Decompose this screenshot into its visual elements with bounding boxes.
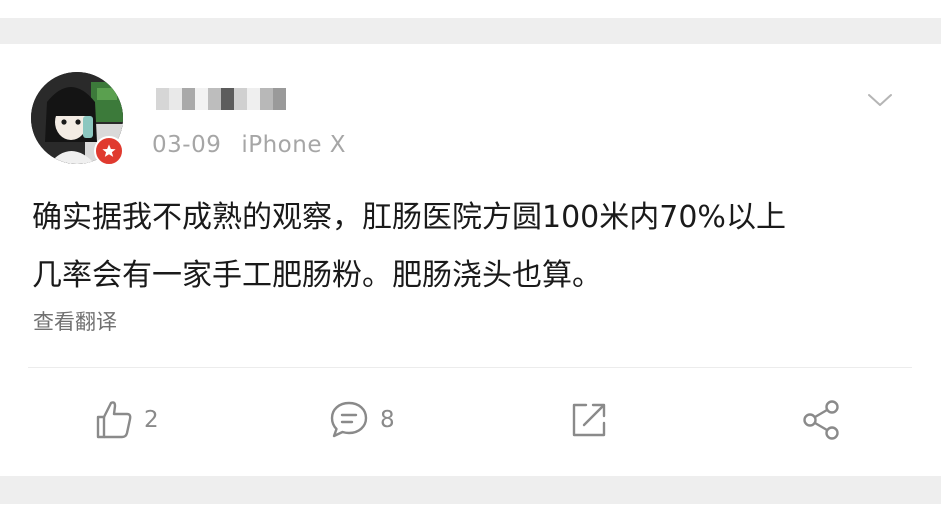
post-content: 确实据我不成熟的观察，肛肠医院方圆100米内70%以上 几率会有一家手工肥肠粉。… [32,189,912,305]
post-device: iPhone X [241,132,347,158]
thumbs-up-icon [96,401,132,439]
like-button[interactable]: 2 [94,399,159,441]
share-icon [803,400,839,440]
repost-icon [572,403,606,437]
share-button[interactable] [800,399,844,441]
top-separator-band [0,18,941,44]
translate-link[interactable]: 查看翻译 [33,306,117,336]
next-card-edge [0,504,941,526]
verified-badge [94,136,124,166]
repost-button[interactable] [568,399,610,441]
bottom-separator [0,476,941,526]
comment-count: 8 [380,407,395,433]
username-obscured[interactable] [156,88,286,110]
post-meta: 03-09 iPhone X [152,132,346,158]
comment-icon [330,401,368,438]
like-count: 2 [144,407,159,433]
post-date: 03-09 [152,132,222,158]
chevron-down-icon[interactable] [866,91,894,109]
actions-divider [28,367,912,368]
top-separator [0,0,941,44]
post-card[interactable]: 03-09 iPhone X 确实据我不成熟的观察，肛肠医院方圆100米内70%以… [0,44,941,476]
weibo-post-screen: 03-09 iPhone X 确实据我不成熟的观察，肛肠医院方圆100米内70%以… [0,0,941,526]
post-content-line: 几率会有一家手工肥肠粉。肥肠浇头也算。 [32,258,602,293]
post-content-line: 确实据我不成熟的观察，肛肠医院方圆100米内70%以上 [32,200,786,235]
star-icon [102,144,116,157]
comment-button[interactable]: 8 [328,399,395,441]
